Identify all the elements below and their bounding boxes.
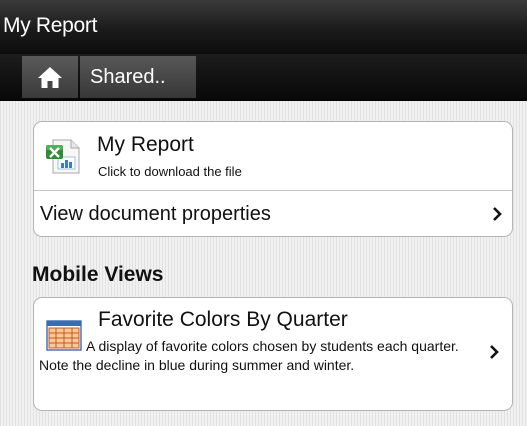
home-icon bbox=[38, 67, 62, 88]
excel-file-icon bbox=[46, 139, 80, 174]
page-title: My Report bbox=[3, 14, 98, 37]
view-properties-label: View document properties bbox=[40, 203, 271, 225]
report-card: My Report Click to download the file Vie… bbox=[33, 121, 513, 237]
view-title: Favorite Colors By Quarter bbox=[98, 308, 348, 331]
breadcrumb-item-shared[interactable]: Shared.. bbox=[80, 56, 196, 98]
home-button[interactable] bbox=[22, 56, 78, 98]
chevron-right-icon bbox=[493, 207, 502, 221]
app-header: My Report bbox=[0, 0, 527, 54]
report-subtitle: Click to download the file bbox=[98, 164, 242, 179]
download-report-row[interactable]: My Report Click to download the file bbox=[34, 122, 512, 190]
breadcrumb: Shared.. bbox=[0, 54, 527, 101]
breadcrumb-item-label: Shared.. bbox=[90, 65, 166, 88]
mobile-view-item[interactable]: Favorite Colors By Quarter A display of … bbox=[33, 297, 513, 411]
chevron-right-icon bbox=[490, 345, 499, 359]
view-properties-row[interactable]: View document properties bbox=[34, 191, 512, 236]
report-title: My Report bbox=[97, 133, 194, 156]
view-description: A display of favorite colors chosen by s… bbox=[39, 338, 459, 373]
mobile-views-heading: Mobile Views bbox=[32, 263, 164, 286]
